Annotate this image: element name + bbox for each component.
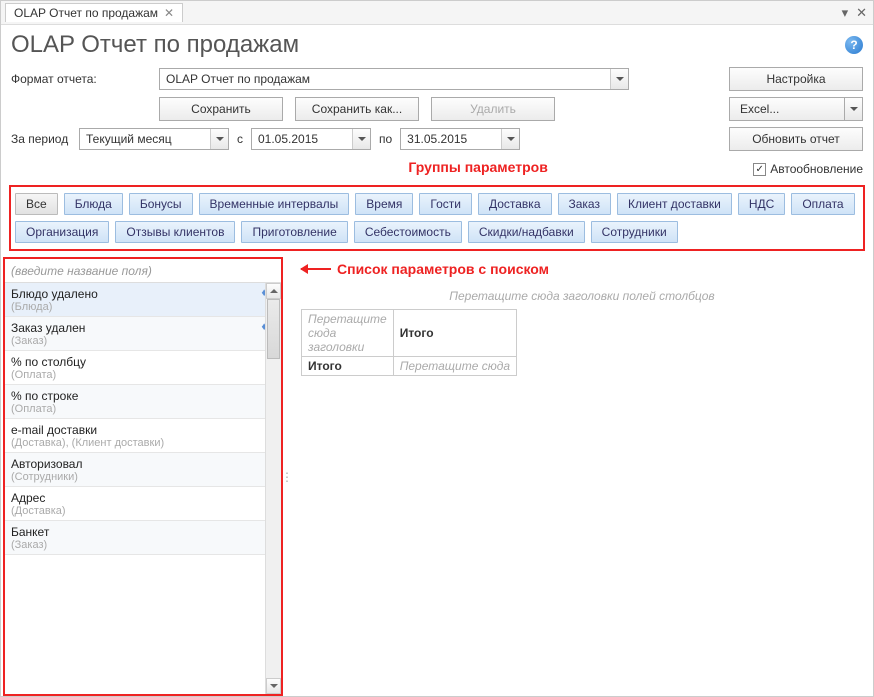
chevron-down-icon[interactable] [844, 98, 862, 120]
tab-olap-report[interactable]: OLAP Отчет по продажам ✕ [5, 3, 183, 22]
col-total-header: Итого [393, 310, 516, 357]
group-pill[interactable]: Клиент доставки [617, 193, 732, 215]
close-icon[interactable]: ✕ [164, 6, 174, 20]
row-drop-hint-2: сюда заголовки [308, 326, 387, 354]
arrow-icon [301, 268, 331, 270]
group-pill[interactable]: Временные интервалы [199, 193, 350, 215]
auto-refresh-label: Автообновление [770, 162, 863, 176]
group-pill[interactable]: Себестоимость [354, 221, 462, 243]
data-drop-hint[interactable]: Перетащите сюда [393, 357, 516, 376]
field-item[interactable]: Авторизовал(Сотрудники) [5, 453, 281, 487]
group-pill[interactable]: Отзывы клиентов [115, 221, 235, 243]
to-date[interactable]: 31.05.2015 [400, 128, 520, 150]
group-pill[interactable]: Заказ [558, 193, 611, 215]
group-pill[interactable]: НДС [738, 193, 785, 215]
chevron-down-icon[interactable] [610, 69, 628, 89]
format-value: OLAP Отчет по продажам [160, 72, 610, 86]
format-select[interactable]: OLAP Отчет по продажам [159, 68, 629, 90]
from-value: 01.05.2015 [252, 132, 352, 146]
save-as-button[interactable]: Сохранить как... [295, 97, 419, 121]
to-value: 31.05.2015 [401, 132, 501, 146]
field-name: e-mail доставки [11, 423, 275, 437]
field-category: (Доставка), (Клиент доставки) [11, 437, 275, 449]
field-category: (Заказ) [11, 539, 275, 551]
from-date[interactable]: 01.05.2015 [251, 128, 371, 150]
field-list: Блюдо удалено(Блюда)♦Заказ удален(Заказ)… [5, 283, 281, 694]
refresh-button[interactable]: Обновить отчет [729, 127, 863, 151]
group-pill[interactable]: Приготовление [241, 221, 347, 243]
auto-refresh-checkbox[interactable] [753, 163, 766, 176]
group-pill[interactable]: Доставка [478, 193, 552, 215]
field-name: Блюдо удалено [11, 287, 275, 301]
field-sidebar: (введите название поля) Блюдо удалено(Бл… [3, 257, 283, 696]
row-drop-hint-1: Перетащите [308, 312, 387, 326]
splitter-handle[interactable]: ⋮ [283, 257, 291, 696]
field-item[interactable]: e-mail доставки(Доставка), (Клиент доста… [5, 419, 281, 453]
search-input[interactable]: (введите название поля) [5, 264, 281, 278]
window-dropdown-icon[interactable]: ▾ [842, 5, 849, 21]
excel-button[interactable]: Excel... [729, 97, 863, 121]
field-category: (Доставка) [11, 505, 275, 517]
row-total-header: Итого [302, 357, 394, 376]
field-category: (Сотрудники) [11, 471, 275, 483]
group-pill[interactable]: Оплата [791, 193, 854, 215]
field-category: (Блюда) [11, 301, 275, 313]
group-pill[interactable]: Все [15, 193, 58, 215]
pivot-grid[interactable]: Перетащите сюда заголовки Итого Итого Пе… [301, 309, 517, 376]
save-button[interactable]: Сохранить [159, 97, 283, 121]
field-name: Банкет [11, 525, 275, 539]
window-close-icon[interactable]: ✕ [856, 5, 867, 21]
period-value: Текущий месяц [80, 132, 210, 146]
tab-label: OLAP Отчет по продажам [14, 6, 158, 20]
help-icon[interactable]: ? [845, 36, 863, 54]
period-select[interactable]: Текущий месяц [79, 128, 229, 150]
scroll-up-icon[interactable] [266, 283, 281, 299]
from-label: с [237, 132, 243, 146]
column-drop-hint[interactable]: Перетащите сюда заголовки полей столбцов [301, 289, 863, 303]
annotation-list: Список параметров с поиском [337, 261, 549, 277]
group-pill[interactable]: Время [355, 193, 413, 215]
settings-button[interactable]: Настройка [729, 67, 863, 91]
parameter-groups: Все Блюда Бонусы Временные интервалыВремя Го… [9, 185, 865, 251]
group-pill[interactable]: Сотрудники [591, 221, 678, 243]
scroll-down-icon[interactable] [266, 678, 281, 694]
field-name: Адрес [11, 491, 275, 505]
delete-button[interactable]: Удалить [431, 97, 555, 121]
page-title: OLAP Отчет по продажам [11, 31, 299, 59]
field-item[interactable]: Банкет(Заказ) [5, 521, 281, 555]
field-name: Авторизовал [11, 457, 275, 471]
field-name: Заказ удален [11, 321, 275, 335]
chevron-down-icon[interactable] [210, 129, 228, 149]
group-pill[interactable]: Блюда [64, 193, 123, 215]
excel-label: Excel... [740, 102, 779, 116]
field-category: (Оплата) [11, 403, 275, 415]
scrollbar[interactable] [265, 283, 281, 694]
field-item[interactable]: % по строке(Оплата) [5, 385, 281, 419]
chevron-down-icon[interactable] [352, 129, 370, 149]
group-pill[interactable]: Гости [419, 193, 472, 215]
tab-bar: OLAP Отчет по продажам ✕ ▾ ✕ [1, 1, 873, 25]
field-item[interactable]: Заказ удален(Заказ)♦ [5, 317, 281, 351]
field-item[interactable]: % по столбцу(Оплата) [5, 351, 281, 385]
annotation-groups: Группы параметров [11, 159, 745, 175]
group-pill[interactable]: Бонусы [129, 193, 193, 215]
group-pill[interactable]: Организация [15, 221, 109, 243]
field-item[interactable]: Блюдо удалено(Блюда)♦ [5, 283, 281, 317]
group-pill[interactable]: Скидки/надбавки [468, 221, 585, 243]
field-name: % по строке [11, 389, 275, 403]
field-category: (Заказ) [11, 335, 275, 347]
scroll-thumb[interactable] [267, 299, 280, 359]
field-name: % по столбцу [11, 355, 275, 369]
format-label: Формат отчета: [11, 72, 151, 86]
period-label: За период [11, 132, 71, 146]
field-category: (Оплата) [11, 369, 275, 381]
chevron-down-icon[interactable] [501, 129, 519, 149]
to-label: по [379, 132, 392, 146]
field-item[interactable]: Адрес(Доставка) [5, 487, 281, 521]
